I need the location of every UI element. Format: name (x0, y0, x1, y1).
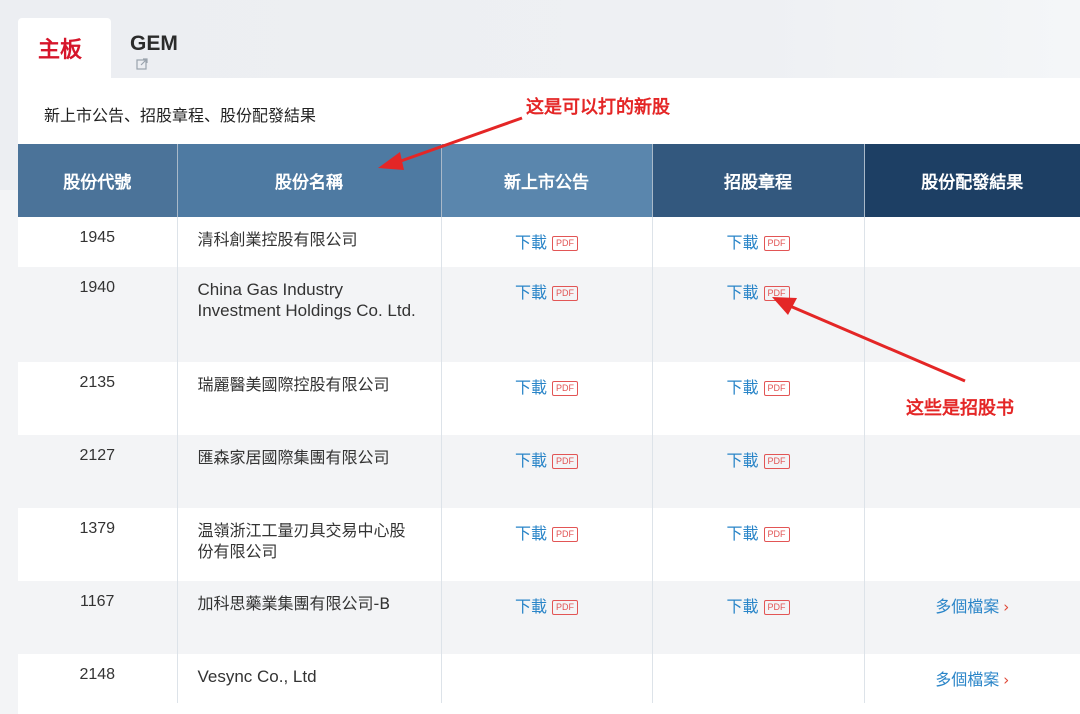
pdf-icon[interactable]: PDF (552, 286, 578, 301)
stock-name-cell: China Gas Industry Investment Holdings C… (177, 267, 442, 362)
announcement-cell: 下載 PDF (441, 217, 653, 267)
prospectus-cell: 下載 PDF (652, 362, 865, 435)
allotment-cell (864, 508, 1080, 581)
table-row: 1945 清科創業控股有限公司 下載 PDF 下載 PDF (18, 217, 1080, 267)
prospectus-cell: 下載 PDF (652, 508, 865, 581)
stock-code-cell: 1379 (18, 508, 178, 581)
stock-name: 加科思藥業集團有限公司-B (197, 594, 391, 613)
stock-name-cell: 瑞麗醫美國際控股有限公司 (177, 362, 442, 435)
pdf-icon[interactable]: PDF (763, 527, 790, 542)
announcement-cell: 下載 PDF (441, 267, 653, 362)
pdf-icon[interactable]: PDF (763, 236, 790, 251)
stock-name: 清科創業控股有限公司 (197, 230, 358, 249)
announcement-cell: 下載 PDF (441, 435, 653, 508)
allotment-cell: 多個檔案 › (864, 581, 1080, 654)
header-stock-code: 股份代號 (18, 144, 178, 217)
chevron-right-icon[interactable]: › (1003, 598, 1009, 616)
allotment-cell (864, 217, 1080, 267)
prospectus-download-link[interactable]: 下載 (726, 524, 758, 543)
tab-gem[interactable]: GEM (130, 32, 178, 70)
announcement-cell (441, 654, 653, 703)
prospectus-cell: 下載 PDF (652, 217, 865, 267)
prospectus-download-link[interactable]: 下載 (726, 378, 758, 397)
multiple-files-link[interactable]: 多個檔案 (935, 597, 999, 616)
pdf-icon[interactable]: PDF (763, 600, 790, 615)
stock-code-cell: 1945 (18, 217, 178, 267)
announcement-download-link[interactable]: 下載 (515, 597, 547, 616)
announcement-cell: 下載 PDF (441, 508, 653, 581)
prospectus-download-link[interactable]: 下載 (726, 283, 758, 302)
pdf-icon[interactable]: PDF (763, 286, 790, 301)
table-row: 2127 匯森家居國際集團有限公司 下載 PDF 下載 PDF (18, 435, 1080, 508)
header-stock-name: 股份名稱 (177, 144, 442, 217)
announcement-download-link[interactable]: 下載 (515, 378, 547, 397)
listing-table: 股份代號 股份名稱 新上市公告 招股章程 股份配發結果 1945 清科創業控股有限… (18, 144, 1080, 703)
tab-main-board[interactable]: 主板 (18, 18, 111, 80)
prospectus-cell: 下載 PDF (652, 267, 865, 362)
announcement-cell: 下載 PDF (441, 581, 653, 654)
table-row: 2148 Vesync Co., Ltd 多個檔案 › (18, 654, 1080, 703)
header-listing-announcement: 新上市公告 (441, 144, 653, 217)
external-link-icon (136, 58, 148, 70)
tab-main-board-label: 主板 (38, 38, 83, 63)
stock-name-cell: 加科思藥業集團有限公司-B (177, 581, 442, 654)
stock-name: China Gas Industry Investment Holdings C… (197, 280, 416, 320)
stock-name: 匯森家居國際集團有限公司 (197, 448, 390, 467)
allotment-cell (864, 267, 1080, 362)
table-row: 1167 加科思藥業集團有限公司-B 下載 PDF 下載 PDF 多個檔案 › (18, 581, 1080, 654)
prospectus-cell: 下載 PDF (652, 581, 865, 654)
table-header-row: 股份代號 股份名稱 新上市公告 招股章程 股份配發結果 (18, 144, 1080, 217)
announcement-download-link[interactable]: 下載 (515, 283, 547, 302)
stock-name-cell: Vesync Co., Ltd (177, 654, 442, 703)
allotment-cell: 多個檔案 › (864, 654, 1080, 703)
stock-name: 温嶺浙江工量刃具交易中心股份有限公司 (197, 521, 406, 561)
pdf-icon[interactable]: PDF (552, 236, 578, 251)
pdf-icon[interactable]: PDF (763, 381, 790, 396)
header-prospectus: 招股章程 (652, 144, 865, 217)
prospectus-download-link[interactable]: 下載 (726, 233, 758, 252)
prospectus-download-link[interactable]: 下載 (726, 451, 758, 470)
allotment-cell (864, 435, 1080, 508)
pdf-icon[interactable]: PDF (552, 381, 578, 396)
stock-name-cell: 温嶺浙江工量刃具交易中心股份有限公司 (177, 508, 442, 581)
stock-name: 瑞麗醫美國際控股有限公司 (197, 375, 390, 394)
announcement-cell: 下載 PDF (441, 362, 653, 435)
stock-code-cell: 2148 (18, 654, 178, 703)
stock-name-cell: 清科創業控股有限公司 (177, 217, 442, 267)
pdf-icon[interactable]: PDF (552, 454, 578, 469)
tab-gem-label: GEM (130, 32, 178, 55)
annotation-new-shares: 这是可以打的新股 (526, 97, 670, 118)
stock-code-cell: 2127 (18, 435, 178, 508)
chevron-right-icon[interactable]: › (1003, 671, 1009, 689)
table-row: 1379 温嶺浙江工量刃具交易中心股份有限公司 下載 PDF 下載 PDF (18, 508, 1080, 581)
stock-code-cell: 1940 (18, 267, 178, 362)
prospectus-cell (652, 654, 865, 703)
prospectus-cell: 下載 PDF (652, 435, 865, 508)
announcement-download-link[interactable]: 下載 (515, 451, 547, 470)
pdf-icon[interactable]: PDF (763, 454, 790, 469)
prospectus-download-link[interactable]: 下載 (726, 597, 758, 616)
section-title: 新上市公告、招股章程、股份配發結果 (44, 106, 317, 125)
pdf-icon[interactable]: PDF (552, 527, 578, 542)
stock-name-cell: 匯森家居國際集團有限公司 (177, 435, 442, 508)
announcement-download-link[interactable]: 下載 (515, 524, 547, 543)
stock-name: Vesync Co., Ltd (197, 667, 317, 686)
header-allotment-results: 股份配發結果 (864, 144, 1080, 217)
announcement-download-link[interactable]: 下載 (515, 233, 547, 252)
table-row: 1940 China Gas Industry Investment Holdin… (18, 267, 1080, 362)
stock-code-cell: 1167 (18, 581, 178, 654)
stock-code-cell: 2135 (18, 362, 178, 435)
pdf-icon[interactable]: PDF (552, 600, 578, 615)
multiple-files-link[interactable]: 多個檔案 (935, 670, 999, 689)
annotation-prospectus: 这些是招股书 (906, 398, 1014, 419)
